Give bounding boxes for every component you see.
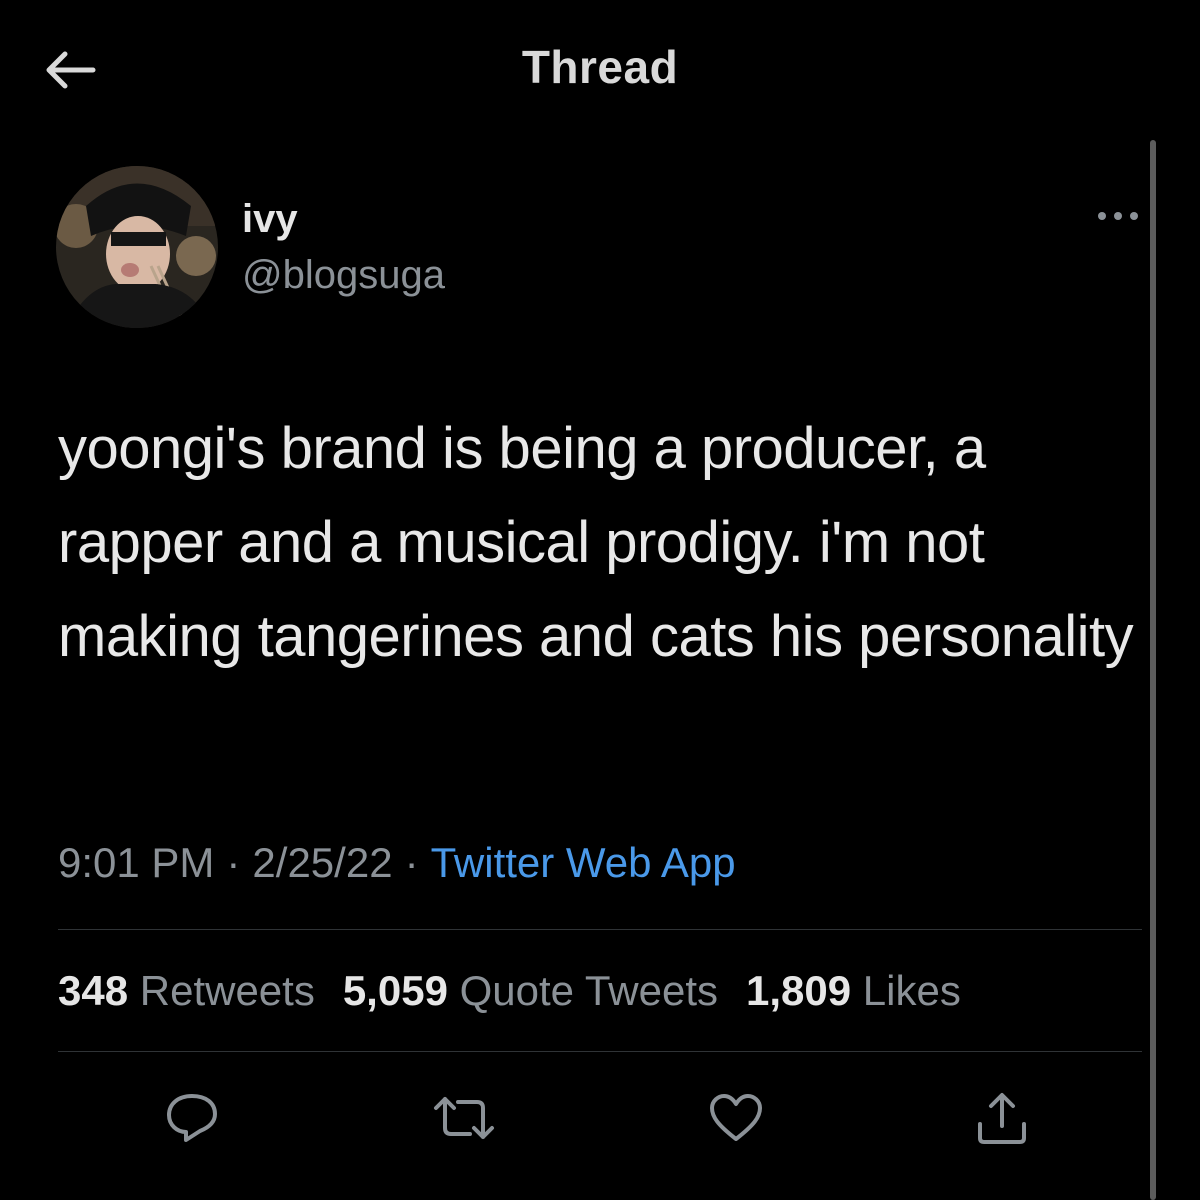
separator: · bbox=[404, 839, 419, 886]
author-handle[interactable]: @blogsuga bbox=[242, 252, 445, 298]
tweet-time[interactable]: 9:01 PM bbox=[58, 839, 214, 886]
share-icon bbox=[978, 1093, 1026, 1144]
more-icon bbox=[1098, 212, 1138, 220]
retweets-count: 348 bbox=[58, 967, 129, 1014]
divider bbox=[58, 1051, 1142, 1052]
retweet-button[interactable] bbox=[432, 1086, 496, 1150]
like-icon bbox=[710, 1094, 762, 1141]
quote-tweets-label: Quote Tweets bbox=[459, 967, 718, 1014]
more-options-button[interactable] bbox=[1090, 198, 1146, 234]
tweet-date[interactable]: 2/25/22 bbox=[252, 839, 392, 886]
separator: · bbox=[226, 839, 241, 886]
tweet-meta: 9:01 PM · 2/25/22 · Twitter Web App bbox=[58, 838, 736, 888]
scrollbar[interactable] bbox=[1150, 140, 1156, 1200]
quote-tweets-stat[interactable]: 5,059 Quote Tweets bbox=[343, 967, 718, 1014]
likes-count: 1,809 bbox=[746, 967, 852, 1014]
action-bar bbox=[0, 1086, 1200, 1150]
retweets-stat[interactable]: 348 Retweets bbox=[58, 967, 315, 1014]
page-title: Thread bbox=[521, 41, 679, 93]
likes-stat[interactable]: 1,809 Likes bbox=[746, 967, 961, 1014]
tweet-source-link[interactable]: Twitter Web App bbox=[431, 839, 736, 886]
divider bbox=[58, 929, 1142, 930]
top-bar: Thread bbox=[0, 0, 1200, 140]
share-button[interactable] bbox=[970, 1086, 1034, 1150]
author-display-name[interactable]: ivy bbox=[242, 196, 298, 242]
quote-tweets-count: 5,059 bbox=[342, 967, 448, 1014]
like-button[interactable] bbox=[704, 1086, 768, 1150]
retweet-icon bbox=[434, 1097, 494, 1139]
tweet-stats: 348 Retweets 5,059 Quote Tweets 1,809 Like… bbox=[58, 966, 989, 1016]
reply-icon bbox=[167, 1094, 217, 1142]
likes-label: Likes bbox=[862, 967, 961, 1014]
reply-button[interactable] bbox=[160, 1086, 224, 1150]
avatar[interactable] bbox=[56, 166, 218, 328]
retweets-label: Retweets bbox=[139, 967, 315, 1014]
tweet-text: yoongi's brand is being a producer, a ra… bbox=[58, 416, 1134, 669]
